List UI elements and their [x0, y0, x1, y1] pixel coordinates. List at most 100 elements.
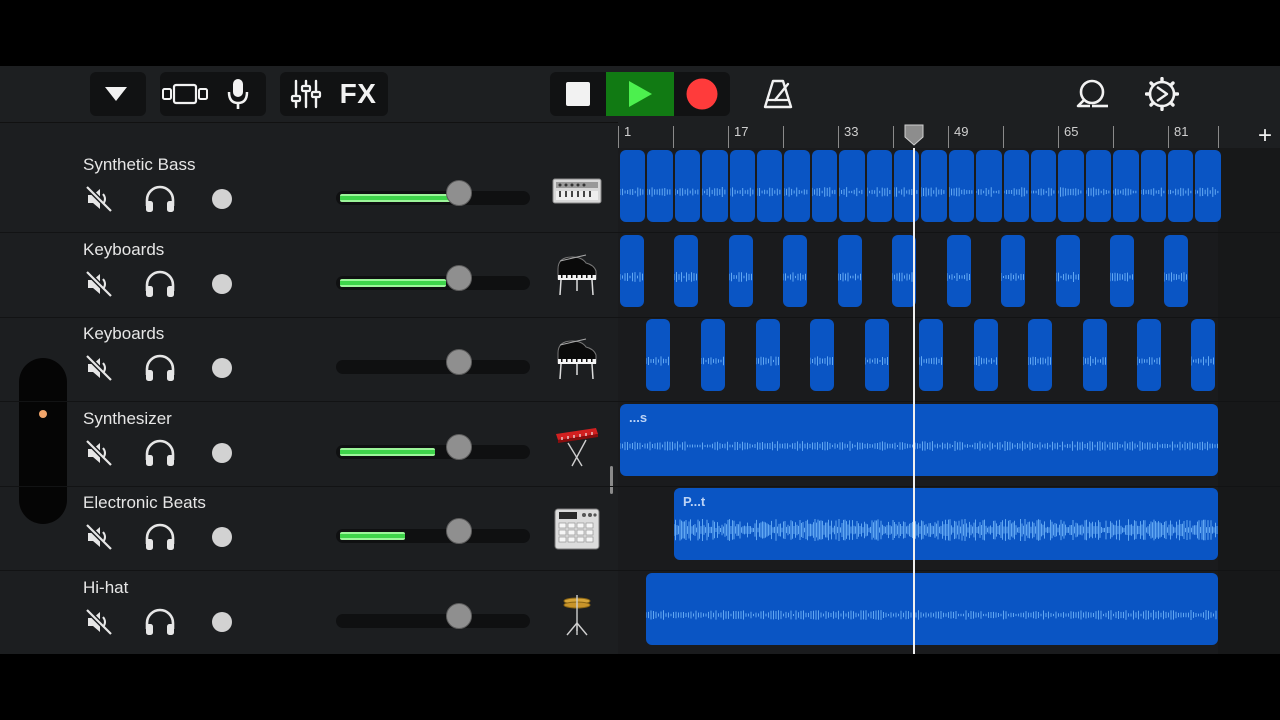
volume-knob[interactable]: [446, 265, 472, 291]
audio-region[interactable]: [976, 150, 1002, 222]
record-enable-button[interactable]: [211, 357, 233, 384]
audio-region[interactable]: [1113, 150, 1139, 222]
audio-region[interactable]: [620, 235, 644, 307]
audio-region[interactable]: [921, 150, 947, 222]
mute-button[interactable]: [84, 353, 114, 388]
audio-region[interactable]: [701, 319, 725, 391]
add-section-button[interactable]: +: [1258, 122, 1272, 150]
audio-region[interactable]: [948, 150, 975, 222]
audio-region[interactable]: P...t: [674, 488, 1218, 560]
play-button[interactable]: [606, 72, 674, 116]
audio-region[interactable]: [702, 150, 728, 222]
audio-region[interactable]: [919, 319, 943, 391]
volume-knob[interactable]: [446, 434, 472, 460]
mute-button[interactable]: [84, 438, 114, 473]
metronome-button[interactable]: [752, 72, 804, 116]
audio-region[interactable]: [1085, 150, 1112, 222]
volume-knob[interactable]: [446, 349, 472, 375]
tracks-view-button[interactable]: [160, 72, 212, 116]
audio-region[interactable]: [647, 150, 673, 222]
audio-region[interactable]: [783, 235, 807, 307]
audio-region[interactable]: [811, 150, 838, 222]
audio-region[interactable]: [756, 319, 780, 391]
volume-knob[interactable]: [446, 180, 472, 206]
audio-region[interactable]: [1001, 235, 1025, 307]
stop-button[interactable]: [550, 72, 606, 116]
instrument-button[interactable]: [552, 335, 602, 385]
track-lane[interactable]: [618, 148, 1280, 233]
audio-region[interactable]: [1028, 319, 1052, 391]
audio-region[interactable]: [646, 319, 670, 391]
track-lane[interactable]: ...s: [618, 402, 1280, 487]
audio-region[interactable]: [1140, 150, 1166, 222]
solo-button[interactable]: [143, 522, 177, 557]
track-lane[interactable]: [618, 571, 1280, 654]
track-header[interactable]: Electronic Beats: [0, 486, 618, 571]
volume-knob[interactable]: [446, 603, 472, 629]
audio-region[interactable]: [1031, 150, 1057, 222]
audio-region[interactable]: [1083, 319, 1107, 391]
solo-button[interactable]: [143, 607, 177, 642]
instrument-button[interactable]: [552, 166, 602, 216]
audio-region[interactable]: [1191, 319, 1215, 391]
audio-region[interactable]: [1056, 235, 1080, 307]
mute-button[interactable]: [84, 269, 114, 304]
solo-button[interactable]: [143, 184, 177, 219]
audio-region[interactable]: [1164, 235, 1188, 307]
audio-region[interactable]: [674, 235, 698, 307]
volume-knob[interactable]: [446, 518, 472, 544]
instrument-button[interactable]: [552, 251, 602, 301]
playhead-handle-icon[interactable]: [904, 124, 924, 146]
audio-region[interactable]: [1137, 319, 1161, 391]
record-enable-button[interactable]: [211, 442, 233, 469]
track-header[interactable]: Synthetic Bass: [0, 148, 618, 233]
instrument-button[interactable]: [552, 589, 602, 639]
mute-button[interactable]: [84, 184, 114, 219]
bar-ruler[interactable]: 1 17 33 49 65 81 +: [618, 122, 1280, 149]
audio-region[interactable]: [1058, 150, 1084, 222]
audio-region[interactable]: [894, 150, 920, 222]
record-enable-button[interactable]: [211, 273, 233, 300]
audio-region[interactable]: [1110, 235, 1134, 307]
fx-button[interactable]: FX: [332, 72, 384, 116]
microphone-button[interactable]: [212, 72, 264, 116]
audio-region[interactable]: [866, 150, 892, 222]
volume-slider[interactable]: [336, 614, 530, 628]
mute-button[interactable]: [84, 607, 114, 642]
settings-button[interactable]: [1136, 72, 1188, 116]
audio-region[interactable]: [620, 150, 646, 222]
audio-region[interactable]: [839, 150, 865, 222]
audio-region[interactable]: [729, 235, 753, 307]
track-header[interactable]: Synthesizer: [0, 402, 618, 487]
record-enable-button[interactable]: [211, 526, 233, 553]
volume-slider[interactable]: [336, 360, 530, 374]
audio-region[interactable]: [810, 319, 834, 391]
audio-region[interactable]: [974, 319, 998, 391]
volume-slider[interactable]: [336, 445, 530, 459]
audio-region[interactable]: [674, 150, 701, 222]
record-button[interactable]: [674, 72, 730, 116]
audio-region[interactable]: [757, 150, 783, 222]
track-lane[interactable]: P...t: [618, 486, 1280, 571]
track-lane[interactable]: [618, 233, 1280, 318]
audio-region[interactable]: [1195, 150, 1221, 222]
audio-region[interactable]: [947, 235, 971, 307]
audio-region[interactable]: [646, 573, 1218, 645]
audio-region[interactable]: [1003, 150, 1029, 222]
audio-region[interactable]: [1168, 150, 1194, 222]
track-lane[interactable]: [618, 317, 1280, 402]
track-header[interactable]: Keyboards: [0, 317, 618, 402]
record-enable-button[interactable]: [211, 611, 233, 638]
solo-button[interactable]: [143, 353, 177, 388]
record-enable-button[interactable]: [211, 188, 233, 215]
solo-button[interactable]: [143, 438, 177, 473]
audio-region[interactable]: [865, 319, 889, 391]
audio-region[interactable]: [838, 235, 862, 307]
audio-region[interactable]: ...s: [620, 404, 1218, 476]
track-header[interactable]: Keyboards: [0, 233, 618, 318]
audio-region[interactable]: [784, 150, 810, 222]
instrument-button[interactable]: [552, 420, 602, 470]
mute-button[interactable]: [84, 522, 114, 557]
track-header[interactable]: Hi-hat: [0, 571, 618, 654]
volume-slider[interactable]: [336, 529, 530, 543]
